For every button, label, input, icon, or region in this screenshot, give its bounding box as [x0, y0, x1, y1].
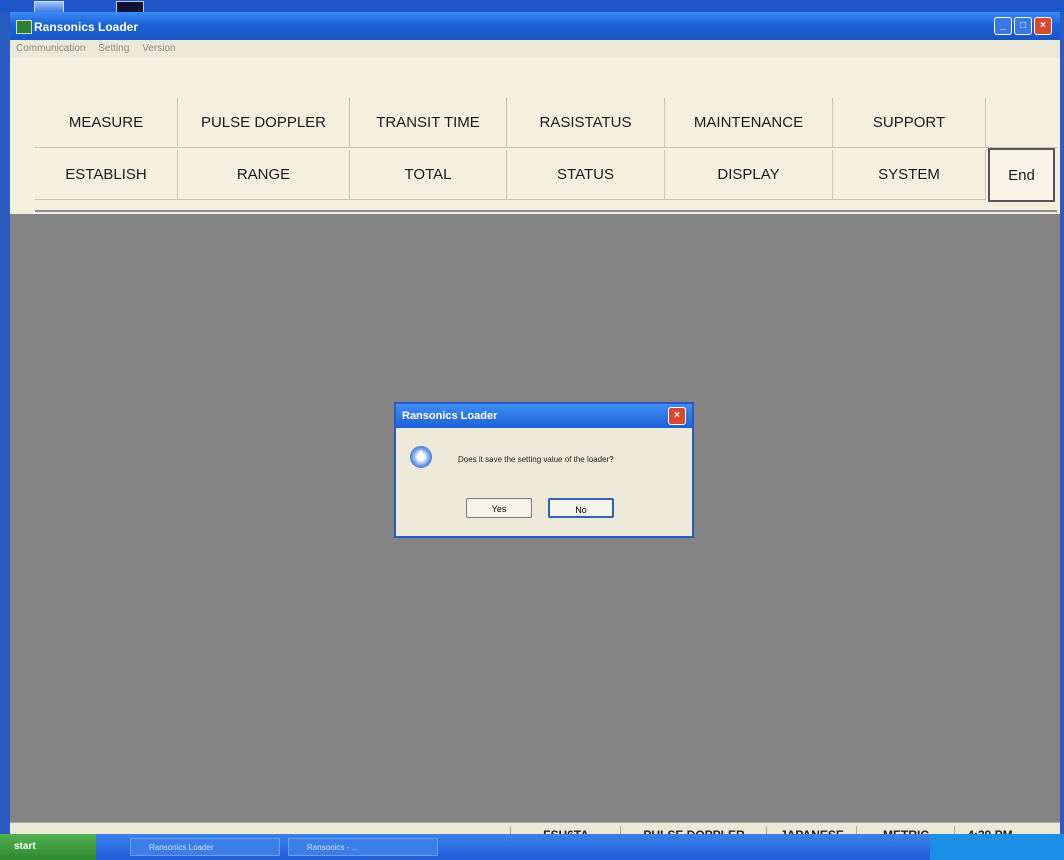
dialog-title-bar[interactable]: Ransonics Loader × [396, 404, 692, 428]
function-button-grid: MEASURE PULSE DOPPLER TRANSIT TIME RASIS… [35, 98, 1057, 212]
no-button[interactable]: No [548, 498, 614, 518]
maintenance-button[interactable]: MAINTENANCE [665, 98, 833, 148]
pulse-doppler-button[interactable]: PULSE DOPPLER [178, 98, 350, 148]
end-button[interactable]: End [988, 148, 1055, 202]
transit-time-button[interactable]: TRANSIT TIME [350, 98, 507, 148]
title-bar[interactable]: Ransonics Loader _ □ × [10, 12, 1060, 40]
total-button[interactable]: TOTAL [350, 150, 507, 200]
desktop-strip [0, 0, 1064, 13]
status-button[interactable]: STATUS [507, 150, 665, 200]
taskbar: start Ransonics Loader Ransonics - ... [0, 834, 1064, 860]
info-icon: i [410, 446, 432, 468]
menu-communication[interactable]: Communication [10, 40, 89, 54]
dialog-message: Does it save the setting value of the lo… [458, 455, 614, 464]
display-button[interactable]: DISPLAY [665, 150, 833, 200]
dialog-title: Ransonics Loader [402, 410, 498, 422]
measure-button[interactable]: MEASURE [35, 98, 178, 148]
system-button[interactable]: SYSTEM [833, 150, 986, 200]
app-icon [16, 20, 32, 34]
taskbar-item[interactable]: Ransonics - ... [288, 838, 438, 856]
system-tray [930, 834, 1064, 860]
toolbar-area: MEASURE PULSE DOPPLER TRANSIT TIME RASIS… [10, 58, 1060, 214]
menu-setting[interactable]: Setting [92, 40, 133, 54]
yes-button[interactable]: Yes [466, 498, 532, 518]
establish-button[interactable]: ESTABLISH [35, 150, 178, 200]
dialog-close-button[interactable]: × [668, 407, 686, 425]
menu-version[interactable]: Version [136, 40, 179, 54]
menu-bar: Communication Setting Version [10, 40, 1060, 58]
support-button[interactable]: SUPPORT [833, 98, 986, 148]
empty-slot [986, 98, 1057, 148]
start-button[interactable]: start [0, 834, 96, 860]
save-confirm-dialog: Ransonics Loader × i Does it save the se… [394, 402, 694, 538]
maximize-button[interactable]: □ [1014, 17, 1032, 35]
window-title: Ransonics Loader [34, 20, 139, 34]
taskbar-item[interactable]: Ransonics Loader [130, 838, 280, 856]
range-button[interactable]: RANGE [178, 150, 350, 200]
rasistatus-button[interactable]: RASISTATUS [507, 98, 665, 148]
close-button[interactable]: × [1034, 17, 1052, 35]
minimize-button[interactable]: _ [994, 17, 1012, 35]
